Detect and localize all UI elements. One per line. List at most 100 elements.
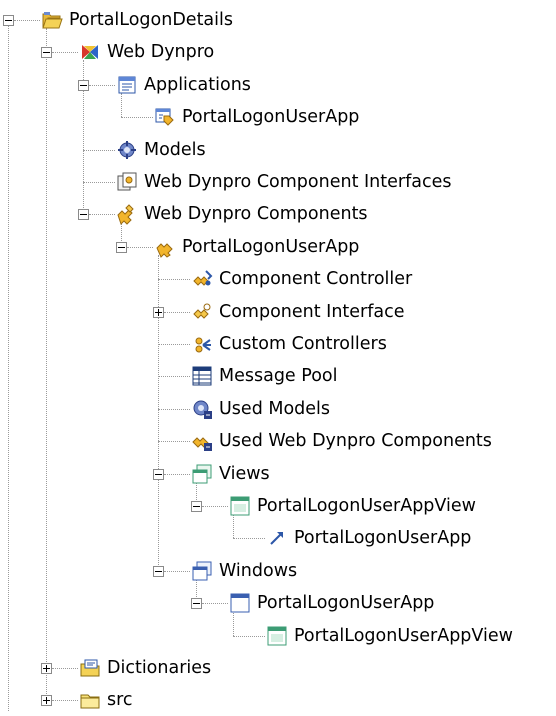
tree-item[interactable]: PortalLogonUserApp xyxy=(229,587,434,619)
tree-item[interactable]: PortalLogonUserApp xyxy=(154,231,359,263)
tree-item[interactable]: Applications xyxy=(116,69,251,101)
collapse-toggle[interactable] xyxy=(116,242,127,253)
tree-item-label: Models xyxy=(144,140,206,160)
collapse-toggle[interactable] xyxy=(153,566,164,577)
tree-item[interactable]: Used Web Dynpro Components xyxy=(191,425,492,457)
open-folder-icon xyxy=(41,9,63,31)
collapse-toggle[interactable] xyxy=(3,15,14,26)
tree-item[interactable]: PortalLogonUserApp xyxy=(266,522,471,554)
tree-connector-line xyxy=(164,312,190,313)
collapse-toggle[interactable] xyxy=(153,469,164,480)
tree-item-label: PortalLogonUserAppView xyxy=(257,496,476,516)
tree-connector-line xyxy=(158,255,159,571)
tree-item[interactable]: Component Controller xyxy=(191,263,412,295)
expand-toggle[interactable] xyxy=(153,307,164,318)
tree-item[interactable]: PortalLogonUserAppView xyxy=(229,490,476,522)
tree-connector-line xyxy=(52,668,78,669)
expand-toggle[interactable] xyxy=(41,663,52,674)
tree-connector-line xyxy=(89,85,115,86)
tree-item-label: PortalLogonUserApp xyxy=(257,593,435,613)
used-components-icon xyxy=(191,430,213,452)
tree-connector-line xyxy=(233,636,265,637)
tree-connector-line xyxy=(46,28,47,700)
web-dynpro-icon xyxy=(79,41,101,63)
tree-item-label: Message Pool xyxy=(219,366,338,386)
tree-item[interactable]: PortalLogonUserApp xyxy=(154,101,359,133)
tree-item-label: PortalLogonUserApp xyxy=(182,237,360,257)
tree-item-label: Applications xyxy=(144,75,251,95)
tree-item[interactable]: Component Interface xyxy=(191,296,405,328)
tree-connector-line xyxy=(89,214,115,215)
tree-connector-line xyxy=(121,117,153,118)
component-controller-icon xyxy=(191,268,213,290)
tree-item-label: PortalLogonUserApp xyxy=(182,107,360,127)
tree-item[interactable]: Views xyxy=(191,458,270,490)
tree-connector-line xyxy=(158,409,190,410)
tree-connector-line xyxy=(158,279,190,280)
tree-connector-line xyxy=(164,571,190,572)
folder-icon xyxy=(79,689,101,711)
components-icon xyxy=(116,203,138,225)
navigation-link-icon xyxy=(266,527,288,549)
tree-connector-line xyxy=(52,700,78,701)
tree-item-label: PortalLogonDetails xyxy=(69,10,234,30)
tree-connector-line xyxy=(83,182,115,183)
project-tree: PortalLogonDetails Web Dynpro Applications… xyxy=(0,0,556,711)
tree-connector-line xyxy=(14,20,40,21)
view-icon xyxy=(266,625,288,647)
component-icon xyxy=(154,236,176,258)
tree-connector-line xyxy=(202,603,228,604)
tree-connector-line xyxy=(164,474,190,475)
tree-connector-line xyxy=(8,26,9,711)
tree-item[interactable]: Web Dynpro xyxy=(79,36,214,68)
tree-item-label: Used Models xyxy=(219,399,331,419)
tree-item-label: Web Dynpro Components xyxy=(144,204,368,224)
tree-item[interactable]: Custom Controllers xyxy=(191,328,387,360)
tree-connector-line xyxy=(83,150,115,151)
applications-icon xyxy=(116,74,138,96)
collapse-toggle[interactable] xyxy=(191,501,202,512)
expand-toggle[interactable] xyxy=(41,695,52,706)
views-icon xyxy=(191,463,213,485)
custom-controllers-icon xyxy=(191,333,213,355)
tree-item[interactable]: Web Dynpro Component Interfaces xyxy=(116,166,451,198)
tree-connector-line xyxy=(202,506,228,507)
tree-item-label: src xyxy=(107,690,133,710)
tree-item-label: Dictionaries xyxy=(107,658,212,678)
tree-item-label: Web Dynpro xyxy=(107,42,215,62)
component-interface-icon xyxy=(191,301,213,323)
application-icon xyxy=(154,106,176,128)
tree-item-label: Windows xyxy=(219,561,298,581)
models-icon xyxy=(116,139,138,161)
window-icon xyxy=(229,592,251,614)
tree-item-label: Views xyxy=(219,464,270,484)
tree-item[interactable]: Used Models xyxy=(191,393,330,425)
view-icon xyxy=(229,495,251,517)
tree-connector-line xyxy=(158,376,190,377)
tree-item-label: PortalLogonUserApp xyxy=(294,528,472,548)
collapse-toggle[interactable] xyxy=(41,47,52,58)
collapse-toggle[interactable] xyxy=(191,598,202,609)
tree-item[interactable]: src xyxy=(79,684,133,716)
tree-item[interactable]: Windows xyxy=(191,555,297,587)
tree-connector-line xyxy=(127,247,153,248)
tree-item-label: Custom Controllers xyxy=(219,334,387,354)
tree-item-label: PortalLogonUserAppView xyxy=(294,626,513,646)
tree-item[interactable]: PortalLogonUserAppView xyxy=(266,620,513,652)
tree-item-label: Web Dynpro Component Interfaces xyxy=(144,172,452,192)
tree-item[interactable]: PortalLogonDetails xyxy=(41,4,233,36)
tree-connector-line xyxy=(233,538,265,539)
used-models-icon xyxy=(191,398,213,420)
message-pool-icon xyxy=(191,365,213,387)
tree-item[interactable]: Web Dynpro Components xyxy=(116,198,368,230)
component-interfaces-icon xyxy=(116,171,138,193)
dictionaries-icon xyxy=(79,657,101,679)
collapse-toggle[interactable] xyxy=(78,80,89,91)
tree-connector-line xyxy=(158,441,190,442)
tree-item[interactable]: Message Pool xyxy=(191,360,337,392)
tree-item[interactable]: Dictionaries xyxy=(79,652,211,684)
collapse-toggle[interactable] xyxy=(78,209,89,220)
tree-item[interactable]: Models xyxy=(116,134,206,166)
tree-item-label: Component Interface xyxy=(219,302,405,322)
tree-item-label: Component Controller xyxy=(219,269,413,289)
